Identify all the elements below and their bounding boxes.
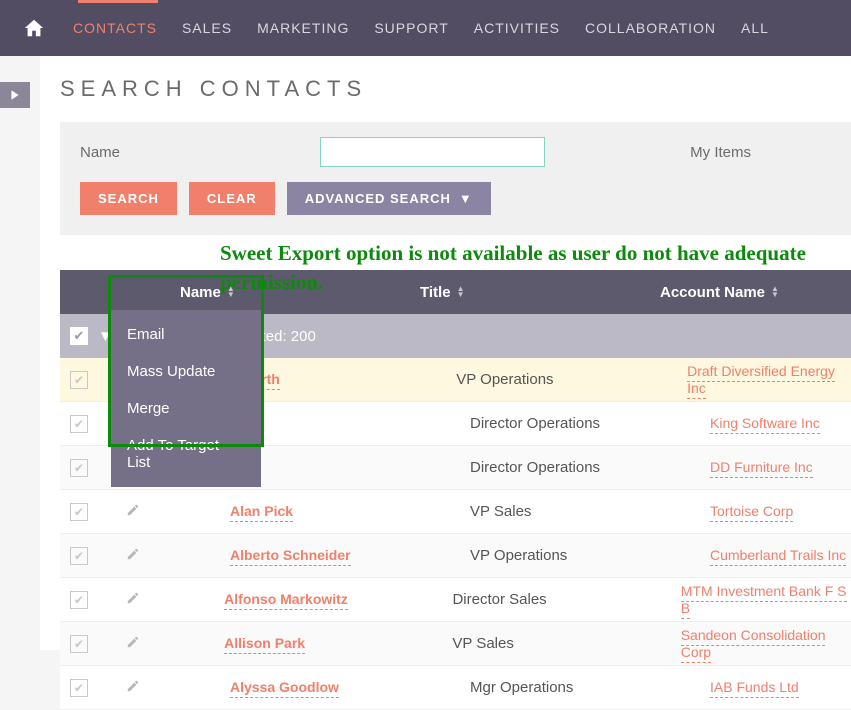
row-checkbox[interactable]: ✔ (70, 679, 88, 697)
name-filter-label: Name (80, 144, 120, 161)
account-link[interactable]: DD Furniture Inc (710, 459, 813, 478)
account-link[interactable]: IAB Funds Ltd (710, 679, 799, 698)
page-title: SEARCH CONTACTS (60, 76, 851, 102)
sort-icon: ▲▼ (457, 286, 465, 298)
account-link[interactable]: Sandeon Consolidation Corp (681, 627, 826, 663)
column-name[interactable]: Name ▲▼ (180, 284, 420, 301)
table-row: ✔ Alberto Schneider VP OperationsCumberlan… (60, 534, 851, 578)
contact-title: Director Sales (452, 591, 680, 608)
nav-support[interactable]: SUPPORT (374, 20, 448, 36)
row-checkbox[interactable]: ✔ (70, 371, 88, 389)
table-row: ✔ Alfonso Markowitz Director SalesMTM Inve… (60, 578, 851, 622)
contact-title: VP Sales (452, 635, 680, 652)
search-button[interactable]: SEARCH (80, 182, 177, 215)
table-row: ✔ Alyssa Goodlow Mgr OperationsIAB Funds L… (60, 666, 851, 710)
column-title[interactable]: Title ▲▼ (420, 284, 660, 301)
sidebar-toggle[interactable] (0, 82, 30, 108)
contact-title: Director Operations (470, 459, 710, 476)
nav-marketing[interactable]: MARKETING (257, 20, 349, 36)
account-link[interactable]: Tortoise Corp (710, 503, 793, 522)
main-nav: CONTACTS SALES MARKETING SUPPORT ACTIVIT… (73, 20, 769, 36)
table-row: ✔ Alan Pick VP SalesTortoise Corp (60, 490, 851, 534)
dropdown-email[interactable]: Email (111, 316, 261, 353)
table-row: ✔Allison ParkVP SalesSandeon Consolidati… (60, 622, 851, 666)
chevron-down-icon: ▼ (459, 191, 473, 206)
contact-title: Director Operations (470, 415, 710, 432)
contact-title: VP Sales (470, 503, 710, 520)
row-checkbox[interactable]: ✔ (70, 547, 88, 565)
account-link[interactable]: MTM Investment Bank F S B (681, 583, 847, 619)
advanced-search-button[interactable]: ADVANCED SEARCH ▼ (287, 182, 491, 215)
column-account[interactable]: Account Name ▲▼ (660, 284, 779, 301)
contact-title: Mgr Operations (470, 679, 710, 696)
contact-title: VP Operations (456, 371, 687, 388)
selected-count: 200 (291, 328, 316, 345)
sort-icon: ▲▼ (227, 286, 235, 298)
advanced-search-label: ADVANCED SEARCH (305, 191, 451, 206)
pencil-icon[interactable] (118, 503, 148, 521)
contact-name-link[interactable]: Alfonso Markowitz (224, 591, 348, 610)
row-checkbox[interactable]: ✔ (70, 415, 88, 433)
name-filter-input[interactable] (320, 137, 545, 167)
active-tab-indicator (78, 0, 158, 3)
row-checkbox[interactable]: ✔ (70, 591, 88, 609)
clear-button[interactable]: CLEAR (189, 182, 275, 215)
contact-name-link[interactable]: Alyssa Goodlow (230, 679, 339, 698)
top-nav-bar: CONTACTS SALES MARKETING SUPPORT ACTIVIT… (0, 0, 851, 56)
nav-contacts[interactable]: CONTACTS (73, 20, 157, 36)
account-link[interactable]: Draft Diversified Energy Inc (687, 363, 835, 399)
nav-collaboration[interactable]: COLLABORATION (585, 20, 716, 36)
contact-title: VP Operations (470, 547, 710, 564)
search-filter-panel: Name My Items SEARCH CLEAR ADVANCED SEAR… (60, 122, 851, 235)
account-link[interactable]: King Software Inc (710, 415, 820, 434)
pencil-icon[interactable] (118, 591, 148, 609)
dropdown-mass-update[interactable]: Mass Update (111, 353, 261, 390)
contact-name-link[interactable]: Allison Park (224, 635, 305, 654)
table-header: Name ▲▼ Title ▲▼ Account Name ▲▼ (60, 270, 851, 314)
home-icon[interactable] (20, 14, 48, 42)
my-items-label: My Items (690, 144, 751, 161)
nav-all[interactable]: ALL (741, 20, 769, 36)
bulk-action-dropdown: Email Mass Update Merge Add To Target Li… (111, 310, 261, 487)
select-all-checkbox[interactable]: ✔ (70, 327, 88, 345)
pencil-icon[interactable] (118, 547, 148, 565)
sort-icon: ▲▼ (771, 286, 779, 298)
row-checkbox[interactable]: ✔ (70, 459, 88, 477)
contact-name-link[interactable]: Alan Pick (230, 503, 293, 522)
nav-sales[interactable]: SALES (182, 20, 232, 36)
row-checkbox[interactable]: ✔ (70, 503, 88, 521)
dropdown-merge[interactable]: Merge (111, 390, 261, 427)
dropdown-add-to-target-list[interactable]: Add To Target List (111, 427, 261, 481)
account-link[interactable]: Cumberland Trails Inc (710, 547, 846, 566)
contact-name-link[interactable]: Alberto Schneider (230, 547, 351, 566)
pencil-icon[interactable] (118, 679, 148, 697)
nav-activities[interactable]: ACTIVITIES (474, 20, 560, 36)
